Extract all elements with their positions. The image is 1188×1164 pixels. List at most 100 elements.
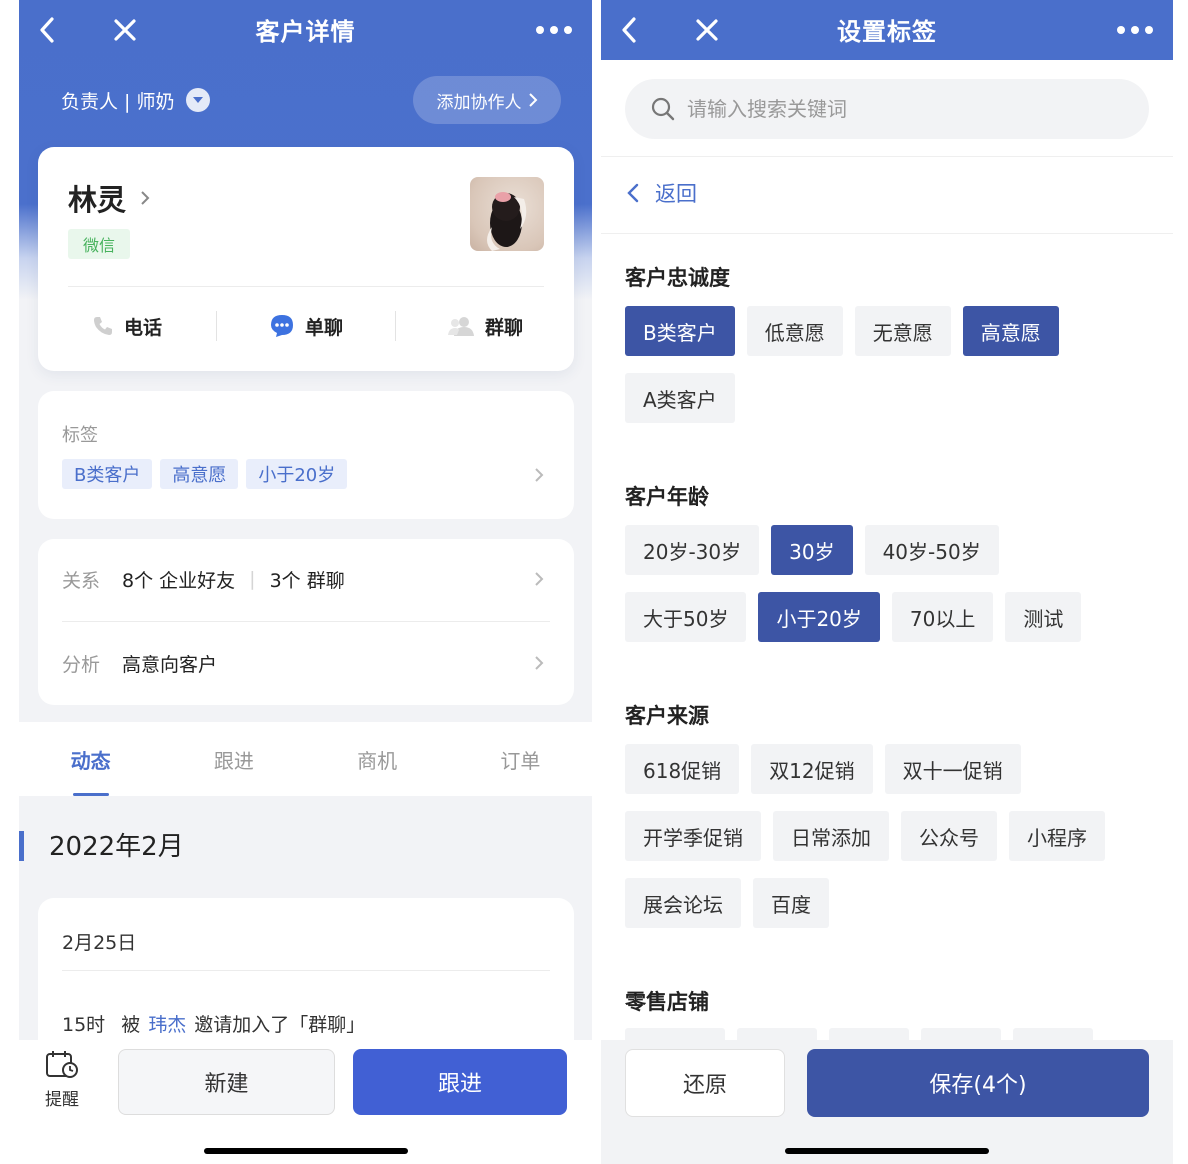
tag-chip-row: A类客户	[625, 373, 735, 423]
chevron-right-icon	[535, 656, 544, 670]
tag-option[interactable]: 双12促销	[751, 744, 873, 794]
tag-option[interactable]: 70以上	[891, 592, 994, 642]
customer-detail-screen: 客户详情 负责人 | 师奶 添加协作人 林灵 微信 电话 单聊 群聊 标签 B类…	[19, 0, 592, 1164]
return-link[interactable]: 返回	[627, 178, 697, 208]
tag-option-selected[interactable]: 小于20岁	[758, 592, 880, 642]
page-title: 设置标签	[837, 18, 937, 46]
chevron-right-icon	[535, 468, 544, 482]
tags-card[interactable]: 标签 B类客户 高意愿 小于20岁	[38, 391, 574, 519]
group-icon	[447, 317, 474, 336]
feed-suffix: 邀请加入了「群聊」	[194, 1014, 366, 1036]
tag-chip-row: 开学季促销 日常添加 公众号 小程序	[625, 811, 1105, 861]
phone-button[interactable]: 电话	[38, 299, 216, 353]
avatar-image	[487, 192, 527, 251]
feed-entry: 15时 被 玮杰 邀请加入了「群聊」	[62, 1010, 365, 1037]
search-icon	[651, 97, 675, 121]
group-title-age: 客户年龄	[625, 485, 709, 509]
owner-label: 负责人 | 师奶	[61, 90, 175, 113]
tag-option-selected[interactable]: 高意愿	[962, 306, 1059, 356]
group-chat-button[interactable]: 群聊	[396, 299, 574, 353]
tag-option[interactable]: 公众号	[901, 811, 997, 861]
group-title-source: 客户来源	[625, 704, 709, 728]
source-badge: 微信	[68, 229, 130, 259]
tag-chip-row: 618促销 双12促销 双十一促销	[625, 744, 1021, 794]
feed-prefix: 被	[121, 1014, 141, 1036]
tag-option[interactable]: 大于50岁	[625, 592, 747, 642]
tag-option[interactable]: 20岁-30岁	[625, 525, 760, 575]
tag-chip-row: 20岁-30岁 30岁 40岁-50岁	[625, 525, 999, 575]
search-input[interactable]	[687, 97, 1127, 121]
relation-groups: 3个 群聊	[269, 569, 345, 592]
contact-actions: 电话 单聊 群聊	[38, 299, 574, 353]
tab-follow-up[interactable]: 跟进	[162, 722, 305, 796]
restore-button[interactable]: 还原	[625, 1049, 785, 1117]
chevron-right-icon	[535, 572, 544, 586]
analysis-row[interactable]: 分析 高意向客户	[62, 623, 574, 703]
add-collaborator-label: 添加协作人	[436, 92, 522, 113]
tag-option[interactable]: A类客户	[625, 373, 735, 423]
customer-name: 林灵	[68, 183, 127, 217]
more-button[interactable]	[530, 10, 578, 50]
tag-chip-row: B类客户 低意愿 无意愿 高意愿	[625, 306, 1059, 356]
home-indicator	[785, 1148, 989, 1154]
phone-icon	[93, 317, 112, 335]
chevron-right-icon	[141, 191, 150, 205]
tab-opportunity[interactable]: 商机	[306, 722, 449, 796]
bottom-toolbar: 还原 保存(4个)	[601, 1040, 1173, 1164]
tag-option[interactable]: 40岁-50岁	[864, 525, 999, 575]
tag-option[interactable]: 小程序	[1009, 811, 1105, 861]
separator: |	[249, 568, 256, 590]
tag-option[interactable]: 618促销	[625, 744, 740, 794]
tag-option[interactable]: 低意愿	[746, 306, 843, 356]
follow-up-button[interactable]: 跟进	[353, 1049, 567, 1115]
tag-option[interactable]: 无意愿	[854, 306, 951, 356]
feed-time: 15时	[62, 1014, 106, 1036]
month-marker	[19, 831, 24, 861]
relation-row[interactable]: 关系 8个 企业好友 | 3个 群聊	[62, 539, 574, 619]
tag-chip: B类客户	[62, 459, 153, 489]
tag-option[interactable]: 双十一促销	[884, 744, 1021, 794]
remind-button[interactable]: 提醒	[37, 1050, 87, 1110]
tag-chip: 小于20岁	[246, 459, 348, 489]
tag-chip-row: 展会论坛 百度	[625, 878, 829, 928]
feed-card: 2月25日 15时 被 玮杰 邀请加入了「群聊」	[38, 898, 574, 1058]
search-bar	[625, 79, 1149, 139]
add-collaborator-button[interactable]: 添加协作人	[413, 76, 561, 124]
tag-option[interactable]: 日常添加	[773, 811, 889, 861]
relation-key: 关系	[62, 569, 101, 592]
analysis-key: 分析	[62, 653, 101, 676]
relation-friends: 8个 企业好友	[122, 569, 236, 592]
save-button[interactable]: 保存(4个)	[807, 1049, 1149, 1117]
divider	[601, 156, 1173, 157]
new-button[interactable]: 新建	[118, 1049, 335, 1115]
divider	[601, 233, 1173, 234]
chat-button[interactable]: 单聊	[217, 299, 395, 353]
tag-option[interactable]: 展会论坛	[625, 878, 741, 928]
page-title: 客户详情	[255, 18, 356, 46]
tag-option[interactable]: 测试	[1005, 592, 1082, 642]
tab-activity[interactable]: 动态	[19, 722, 162, 796]
feed-user-link[interactable]: 玮杰	[148, 1010, 186, 1037]
divider	[62, 621, 550, 622]
avatar[interactable]	[470, 177, 544, 251]
tab-orders[interactable]: 订单	[449, 722, 592, 796]
tag-chip: 高意愿	[160, 459, 239, 489]
more-button[interactable]	[1111, 10, 1159, 50]
tag-chip-row: 大于50岁 小于20岁 70以上 测试	[625, 592, 1082, 642]
calendar-clock-icon	[46, 1051, 78, 1078]
chevron-left-icon	[627, 183, 639, 203]
customer-name-link[interactable]: 林灵	[68, 177, 150, 219]
info-card: 关系 8个 企业好友 | 3个 群聊 分析 高意向客户	[38, 539, 574, 705]
tag-option-selected[interactable]: 30岁	[771, 525, 853, 575]
tag-option-selected[interactable]: B类客户	[625, 306, 735, 356]
more-dots-icon	[536, 26, 572, 34]
chevron-right-icon	[528, 93, 537, 107]
more-dots-icon	[1117, 26, 1153, 34]
tag-option[interactable]: 开学季促销	[625, 811, 761, 861]
home-indicator	[203, 1148, 408, 1154]
owner-selector[interactable]: 负责人 | 师奶	[61, 84, 211, 116]
tag-option[interactable]: 百度	[753, 878, 829, 928]
divider	[62, 970, 550, 971]
month-title: 2022年2月	[49, 832, 184, 862]
group-title-retail-store: 零售店铺	[625, 990, 709, 1014]
